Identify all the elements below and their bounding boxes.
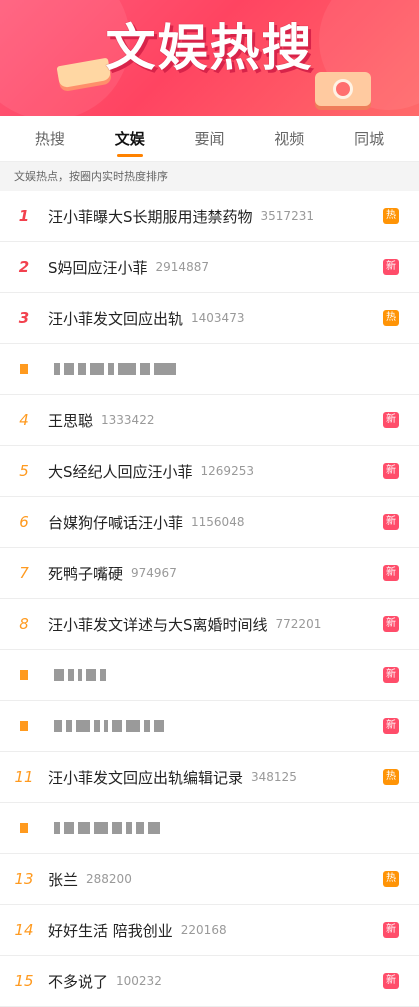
tab-hot[interactable]: 热搜 [29,120,71,157]
heat-count: 3517231 [260,209,314,223]
topic-title[interactable]: S妈回应汪小菲 [48,257,148,278]
new-badge: 新 [383,463,399,479]
heat-count: 1333422 [101,413,155,427]
list-item[interactable]: 8 汪小菲发文详述与大S离婚时间线 772201 新 [0,599,419,650]
redacted-topic [54,363,176,375]
topic-title[interactable]: 不多说了 [48,971,108,992]
topic-title[interactable]: 大S经纪人回应汪小菲 [48,461,193,482]
rank-number: 4 [19,411,29,429]
heat-count: 772201 [275,617,322,631]
new-badge: 新 [383,412,399,428]
topic-title[interactable]: 汪小菲发文回应出轨编辑记录 [48,767,243,788]
rank-number: 3 [18,309,30,327]
list-item[interactable]: 7 死鸭子嘴硬 974967 新 [0,548,419,599]
list-item[interactable] [0,344,419,395]
topic-title[interactable]: 台媒狗仔喊话汪小菲 [48,512,183,533]
list-item[interactable]: 14 好好生活 陪我创业 220168 新 [0,905,419,956]
new-badge: 新 [383,922,399,938]
new-badge: 新 [383,973,399,989]
hot-badge: 热 [383,310,399,326]
list-item[interactable]: 5 大S经纪人回应汪小菲 1269253 新 [0,446,419,497]
tab-local[interactable]: 同城 [348,120,390,157]
rank-number: 7 [19,564,29,582]
rank-number: 8 [19,615,29,633]
new-badge: 新 [383,514,399,530]
rank-number: 5 [19,462,29,480]
list-item[interactable]: 2 S妈回应汪小菲 2914887 新 [0,242,419,293]
list-item[interactable]: 3 汪小菲发文回应出轨 1403473 热 [0,293,419,344]
list-item[interactable]: 新 [0,650,419,701]
rank-number: 6 [19,513,29,531]
tab-entertainment[interactable]: 文娱 [109,120,151,157]
hot-badge: 热 [383,208,399,224]
rank-number: 14 [14,921,34,939]
topic-title[interactable]: 汪小菲发文详述与大S离婚时间线 [48,614,268,635]
redacted-rank [0,670,48,680]
redacted-rank [0,364,48,374]
list-item[interactable]: 1 汪小菲曝大S长期服用违禁药物 3517231 热 [0,191,419,242]
heat-count: 1269253 [200,464,254,478]
rank-number: 15 [14,972,34,990]
list-item[interactable]: 11 汪小菲发文回应出轨编辑记录 348125 热 [0,752,419,803]
tab-video[interactable]: 视频 [268,120,310,157]
heat-count: 1156048 [191,515,245,529]
heat-count: 288200 [86,872,132,886]
hot-list: 1 汪小菲曝大S长期服用违禁药物 3517231 热 2 S妈回应汪小菲 2914887 新 3… [0,191,419,1007]
list-item[interactable]: 新 [0,701,419,752]
redacted-rank [0,823,48,833]
banner: 文娱热搜 [0,0,419,116]
heat-count: 220168 [180,923,227,937]
topic-title[interactable]: 好好生活 陪我创业 [48,920,173,941]
tab-news[interactable]: 要闻 [188,120,230,157]
hot-badge: 热 [383,769,399,785]
rank-number: 1 [18,207,30,225]
topic-title[interactable]: 死鸭子嘴硬 [48,563,123,584]
heat-count: 1403473 [191,311,245,325]
redacted-topic [54,720,164,732]
tab-bar: 热搜 文娱 要闻 视频 同城 [0,116,419,162]
hot-badge: 热 [383,871,399,887]
topic-title[interactable]: 张兰 [48,869,78,890]
topic-title[interactable]: 汪小菲发文回应出轨 [48,308,183,329]
heat-count: 348125 [251,770,297,784]
heat-count: 2914887 [155,260,209,274]
heat-count: 100232 [116,974,162,988]
new-badge: 新 [383,616,399,632]
rank-number: 11 [14,768,34,786]
list-item[interactable]: 15 不多说了 100232 新 [0,956,419,1007]
redacted-rank [0,721,48,731]
topic-title[interactable]: 王思聪 [48,410,93,431]
list-item[interactable]: 4 王思聪 1333422 新 [0,395,419,446]
rank-number: 2 [18,258,30,276]
list-item[interactable]: 13 张兰 288200 热 [0,854,419,905]
rank-number: 13 [14,870,34,888]
list-item[interactable] [0,803,419,854]
new-badge: 新 [383,718,399,734]
new-badge: 新 [383,259,399,275]
list-item[interactable]: 6 台媒狗仔喊话汪小菲 1156048 新 [0,497,419,548]
heat-count: 974967 [131,566,177,580]
redacted-topic [54,822,160,834]
list-subtitle: 文娱热点，按圈内实时热度排序 [0,162,419,191]
new-badge: 新 [383,667,399,683]
redacted-topic [54,669,106,681]
new-badge: 新 [383,565,399,581]
banner-title: 文娱热搜 [105,19,314,77]
topic-title[interactable]: 汪小菲曝大S长期服用违禁药物 [48,206,253,227]
